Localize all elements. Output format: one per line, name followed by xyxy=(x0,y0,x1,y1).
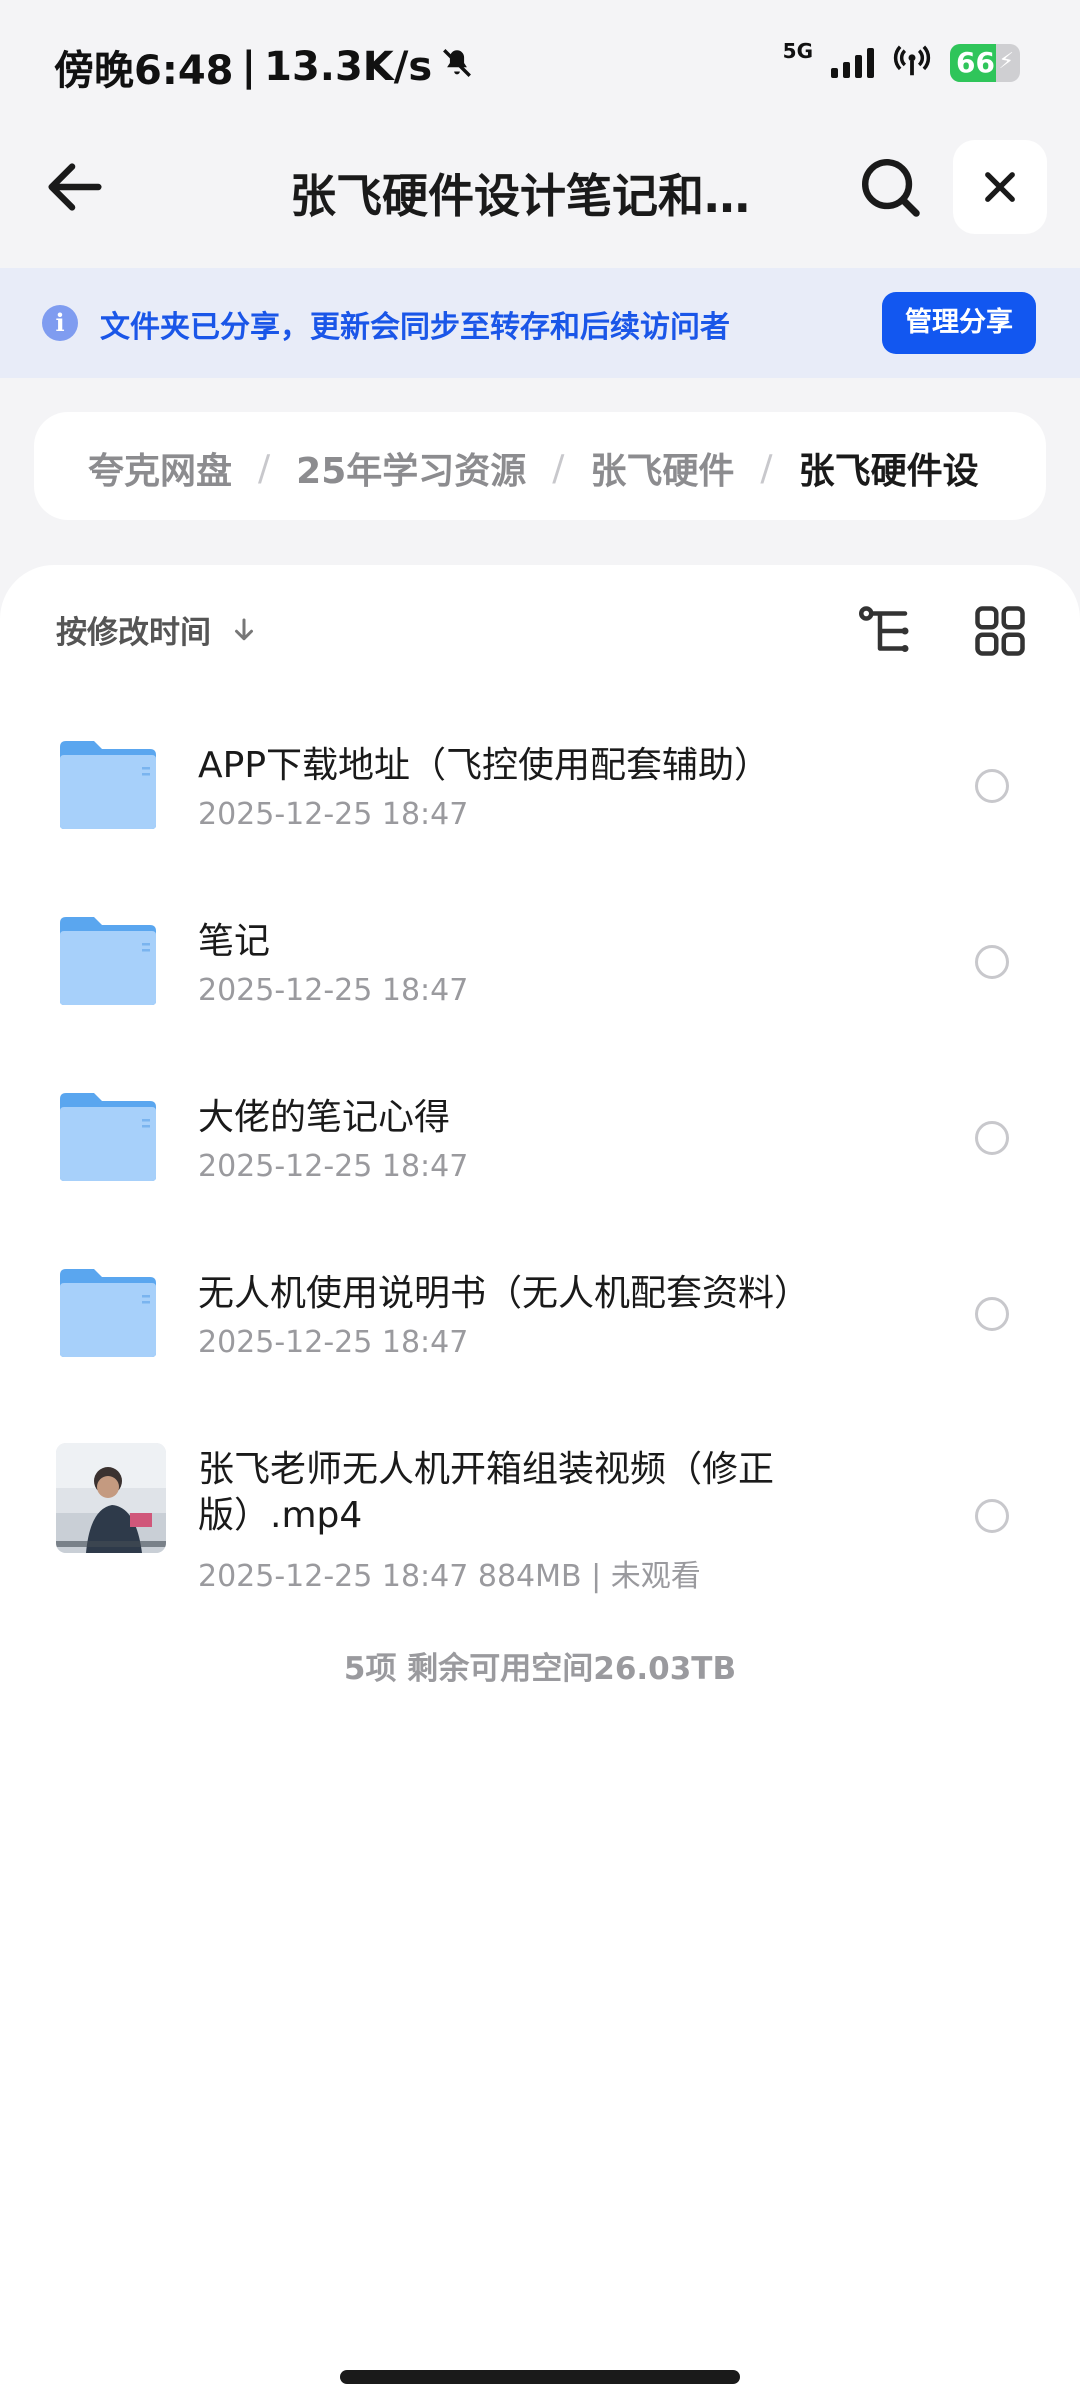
close-icon xyxy=(985,172,1015,202)
breadcrumb-items: 夸克网盘 / 25年学习资源 / 张飞硬件 / 张飞硬件设 xyxy=(88,442,979,494)
file-name: 大佬的笔记心得 xyxy=(198,1097,451,1138)
list-item[interactable]: 张飞老师无人机开箱组装视频（修正版）.mp4 2025-12-25 18:47 … xyxy=(0,1409,1080,1609)
breadcrumb-separator: / xyxy=(760,447,773,489)
file-name: 笔记 xyxy=(198,921,271,962)
mute-icon xyxy=(440,44,474,90)
info-icon: i xyxy=(42,305,78,341)
file-meta: 2025-12-25 18:47 884MB | 未观看 xyxy=(198,1559,701,1594)
home-indicator[interactable] xyxy=(340,2370,740,2384)
list-item[interactable]: 大佬的笔记心得 2025-12-25 18:47 xyxy=(0,1057,1080,1233)
status-separator: | xyxy=(241,44,257,90)
file-meta: 2025-12-25 18:47 xyxy=(198,1149,469,1184)
battery-icon: 66 ⚡ xyxy=(950,44,1020,82)
battery-level: 66 xyxy=(956,46,995,79)
charging-icon: ⚡ xyxy=(998,49,1014,74)
tree-view-icon xyxy=(859,606,909,652)
breadcrumb-separator: / xyxy=(552,447,565,489)
signal-icon xyxy=(831,48,874,78)
manage-share-button[interactable]: 管理分享 xyxy=(882,292,1036,354)
page-title: 张飞硬件设计笔记和配套资料 xyxy=(290,169,790,223)
folder-icon xyxy=(60,1093,156,1181)
network-type: 5G xyxy=(782,39,813,63)
select-radio[interactable] xyxy=(975,1297,1009,1331)
close-button[interactable] xyxy=(953,140,1047,234)
list-item[interactable]: 无人机使用说明书（无人机配套资料） 2025-12-25 18:47 xyxy=(0,1233,1080,1409)
network-speed: 13.3K/s xyxy=(264,44,433,90)
select-radio[interactable] xyxy=(975,945,1009,979)
file-meta: 2025-12-25 18:47 xyxy=(198,797,469,832)
share-banner-text: 文件夹已分享，更新会同步至转存和后续访问者 xyxy=(100,310,730,345)
status-bar: 傍晚6:48 | 13.3K/s 5G 66 ⚡ xyxy=(0,0,1080,130)
search-button[interactable] xyxy=(855,152,925,222)
select-radio[interactable] xyxy=(975,769,1009,803)
tree-view-button[interactable] xyxy=(855,601,915,661)
file-name: 张飞老师无人机开箱组装视频（修正版）.mp4 xyxy=(198,1449,775,1536)
folder-icon xyxy=(60,741,156,829)
sort-button[interactable]: 按修改时间 xyxy=(56,607,259,652)
breadcrumb-current[interactable]: 张飞硬件设 xyxy=(799,442,979,494)
file-name: APP下载地址（飞控使用配套辅助） xyxy=(198,745,771,786)
breadcrumb-separator: / xyxy=(258,447,271,489)
file-meta: 2025-12-25 18:47 xyxy=(198,973,469,1008)
select-radio[interactable] xyxy=(975,1121,1009,1155)
header: 张飞硬件设计笔记和配套资料 xyxy=(0,130,1080,270)
grid-view-button[interactable] xyxy=(970,601,1030,661)
file-meta: 2025-12-25 18:47 xyxy=(198,1325,469,1360)
folder-icon xyxy=(60,917,156,1005)
search-icon xyxy=(862,158,920,217)
sort-label: 按修改时间 xyxy=(56,615,211,651)
file-name: 无人机使用说明书（无人机配套资料） xyxy=(198,1273,811,1314)
select-radio[interactable] xyxy=(975,1499,1009,1533)
breadcrumb: 夸克网盘 / 25年学习资源 / 张飞硬件 / 张飞硬件设 xyxy=(34,412,1046,520)
folder-icon xyxy=(60,1269,156,1357)
breadcrumb-item[interactable]: 25年学习资源 xyxy=(296,442,526,494)
file-list: APP下载地址（飞控使用配套辅助） 2025-12-25 18:47 笔记 20… xyxy=(0,705,1080,1609)
list-item[interactable]: APP下载地址（飞控使用配套辅助） 2025-12-25 18:47 xyxy=(0,705,1080,881)
status-left: 傍晚6:48 | 13.3K/s xyxy=(54,38,474,96)
breadcrumb-item[interactable]: 夸克网盘 xyxy=(88,442,232,494)
share-banner: i 文件夹已分享，更新会同步至转存和后续访问者 管理分享 xyxy=(0,268,1080,378)
list-item[interactable]: 笔记 2025-12-25 18:47 xyxy=(0,881,1080,1057)
status-time: 傍晚6:48 xyxy=(54,48,234,94)
file-list-panel: 按修改时间 APP下载地址（飞控使用配套辅助） 2025-12-25 18:47… xyxy=(0,565,1080,2400)
storage-summary: 5项 剩余可用空间26.03TB xyxy=(343,1651,737,1687)
hotspot-icon xyxy=(892,42,932,84)
back-button[interactable] xyxy=(40,152,110,222)
breadcrumb-item[interactable]: 张飞硬件 xyxy=(590,442,734,494)
arrow-left-icon xyxy=(48,163,102,211)
grid-view-icon xyxy=(975,606,1025,656)
arrow-down-icon xyxy=(235,618,253,640)
status-right: 5G 66 ⚡ xyxy=(782,39,1020,84)
video-thumbnail xyxy=(56,1443,166,1553)
